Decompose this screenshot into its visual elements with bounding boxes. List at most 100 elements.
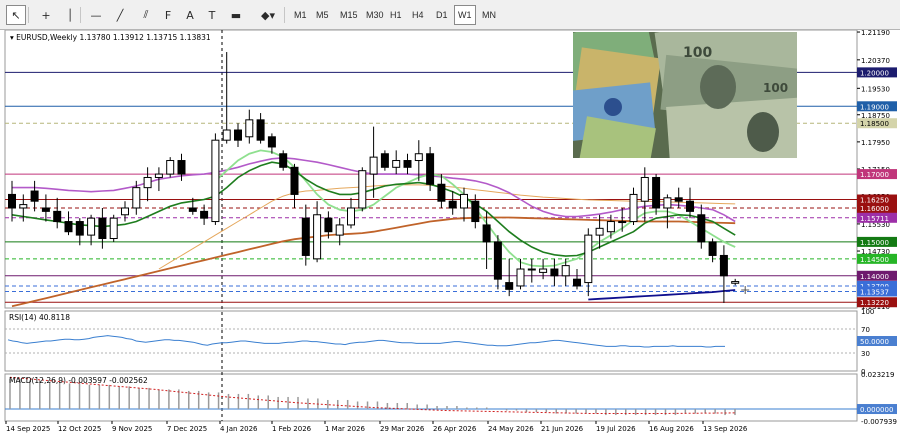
rsi-tag-label: 50.0000 [860, 338, 889, 346]
date-tick-label: 29 Mar 2026 [380, 425, 425, 433]
candle-body [505, 282, 514, 290]
candle-body [245, 119, 254, 138]
candle-body [121, 207, 129, 216]
price-tag-label: 1.13220 [860, 299, 889, 307]
price-tick-label: 1.21190 [861, 30, 890, 37]
candle-body [267, 136, 276, 148]
candle-body [8, 193, 16, 209]
shapes-icon[interactable]: ◆▾ [254, 5, 282, 25]
price-tag-label: 1.14000 [860, 273, 889, 281]
candle-body [109, 217, 118, 240]
price-tag-label: 1.17000 [860, 171, 889, 179]
svg-text:100: 100 [683, 45, 712, 61]
candle-body [595, 227, 604, 236]
toolbar-separator [80, 7, 81, 23]
timeframe-h1-button[interactable]: H1 [386, 5, 406, 25]
timeframe-m1-button[interactable]: M1 [290, 5, 311, 25]
timeframe-m5-button[interactable]: M5 [312, 5, 333, 25]
timeframe-w1-button[interactable]: W1 [454, 5, 476, 25]
candle-body [584, 234, 593, 284]
candle-body [188, 207, 197, 212]
date-tick-label: 1 Feb 2026 [272, 425, 312, 433]
toolbar-separator [28, 7, 29, 23]
candle-body [719, 254, 728, 277]
candle-body [211, 139, 220, 223]
candle-body [697, 214, 706, 243]
candle-body [380, 153, 389, 168]
candle-body [516, 268, 525, 287]
price-tag-label: 1.13537 [860, 288, 889, 296]
candle-body [674, 197, 683, 202]
candle-body [426, 153, 435, 185]
candle-body [493, 241, 502, 280]
candle-body [234, 129, 242, 141]
rsi-tick-label: 100 [861, 308, 874, 316]
horizontal-line-icon[interactable]: — [86, 5, 106, 25]
candle-body [482, 224, 491, 243]
candle-body [527, 268, 536, 271]
candle-body [177, 160, 186, 175]
trendline-icon[interactable]: ╱ [110, 5, 130, 25]
candle-body [335, 224, 344, 236]
price-tag-label: 1.14500 [860, 256, 889, 264]
candle-body [403, 160, 412, 168]
candle-body [143, 176, 152, 189]
candle-body [369, 156, 378, 175]
candle-body [618, 221, 627, 224]
macd-label: MACD(12,26,9) -0.003597 -0.002562 [9, 376, 148, 385]
price-tag-label: 1.19000 [860, 103, 889, 111]
price-tag-label: 1.15000 [860, 239, 889, 247]
candle-body [460, 193, 468, 209]
date-tick-label: 1 Mar 2026 [325, 425, 365, 433]
text-icon[interactable]: A [180, 5, 200, 25]
candle-body [30, 190, 39, 202]
toolbar-separator [284, 7, 285, 23]
candle-body [629, 193, 638, 223]
date-tick-label: 13 Sep 2026 [703, 425, 748, 433]
price-tag-label: 1.20000 [860, 69, 889, 77]
candle-body [437, 183, 446, 202]
price-tag-label: 1.16000 [860, 205, 889, 213]
candle-body [539, 268, 548, 273]
vertical-line-icon[interactable]: │ [60, 5, 80, 25]
timeframe-h4-button[interactable]: H4 [408, 5, 428, 25]
date-tick-label: 24 May 2026 [488, 425, 534, 433]
date-tick-label: 14 Sep 2025 [6, 425, 50, 433]
candle-body [132, 187, 141, 209]
candle-body [686, 200, 694, 212]
candle-body [313, 214, 322, 260]
cursor-icon[interactable]: ↖ [6, 5, 26, 25]
chart-window[interactable]: 1.211901.203701.195301.187501.179501.171… [0, 29, 900, 440]
rsi-tick-label: 70 [861, 326, 870, 334]
candle-body [573, 278, 581, 287]
timeframe-m15-button[interactable]: M15 [336, 5, 362, 25]
date-tick-label: 12 Oct 2025 [58, 425, 101, 433]
candle-body [606, 221, 615, 233]
candle-body [640, 176, 649, 202]
macd-tick-label: 0.023219 [861, 371, 894, 379]
candle-body [256, 119, 265, 141]
crosshair-icon[interactable]: + [36, 5, 56, 25]
symbol-header: ▾ EURUSD,Weekly 1.13780 1.13912 1.13715 … [10, 33, 211, 42]
candle-body [279, 153, 288, 168]
rectangle-icon[interactable]: ▬ [226, 5, 246, 25]
timeframe-m30-button[interactable]: M30 [362, 5, 388, 25]
date-tick-label: 7 Dec 2025 [167, 425, 207, 433]
date-tick-label: 16 Aug 2026 [649, 425, 694, 433]
equidistant-channel-icon[interactable]: ⫽ [136, 5, 156, 25]
candle-body [53, 210, 62, 223]
ma-brown-line [11, 216, 736, 308]
candle-body [290, 166, 299, 195]
candle-body [75, 221, 84, 236]
candle-body [550, 268, 559, 277]
timeframe-d1-button[interactable]: D1 [432, 5, 452, 25]
fibonacci-icon[interactable]: F [158, 5, 178, 25]
banknote-photo: 100 100 [573, 32, 797, 158]
candle-body [448, 200, 457, 209]
candle-body [222, 129, 231, 141]
candle-body [301, 217, 310, 256]
candle-body [200, 210, 209, 219]
rsi-line [7, 335, 725, 348]
timeframe-mn-button[interactable]: MN [478, 5, 500, 25]
text-label-icon[interactable]: T [202, 5, 222, 25]
